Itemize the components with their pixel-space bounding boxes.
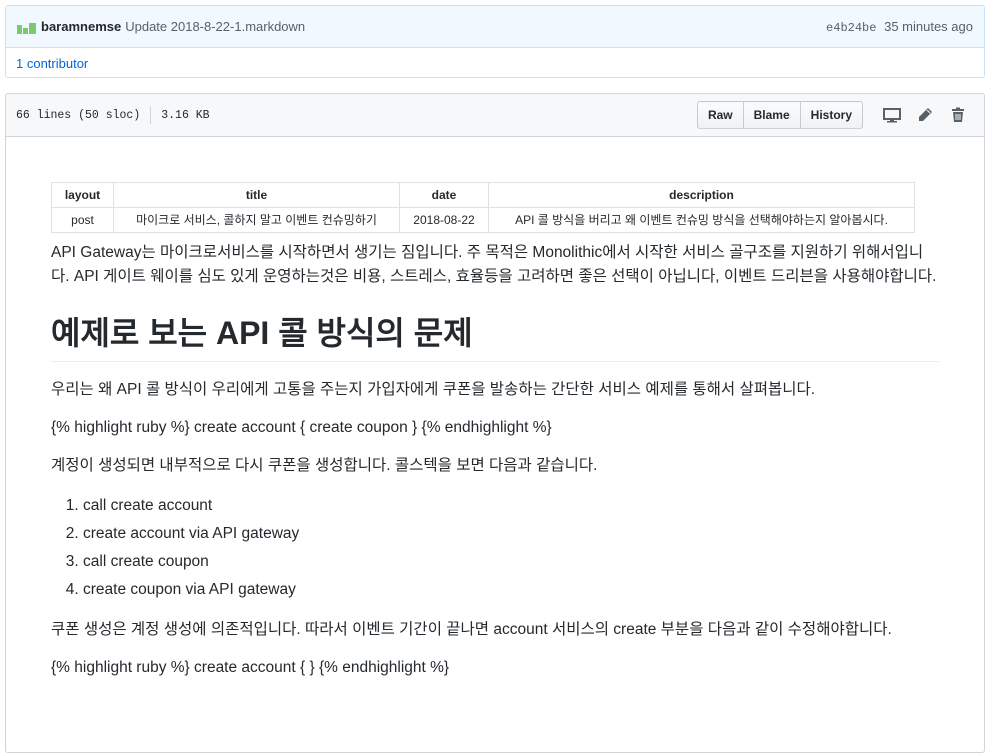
author-avatar[interactable] bbox=[17, 20, 37, 34]
frontmatter-table: layout title date description post 마이크로 … bbox=[51, 182, 915, 233]
trash-icon[interactable] bbox=[941, 101, 974, 129]
table-header: description bbox=[488, 182, 915, 208]
code-paragraph: {% highlight ruby %} create account { cr… bbox=[51, 419, 552, 437]
table-cell: API 콜 방식을 버리고 왜 이벤트 컨슈밍 방식을 선택해야하는지 알아봅시… bbox=[488, 207, 915, 233]
file-lines: 66 lines (50 sloc) bbox=[16, 108, 141, 122]
commit-time: 35 minutes ago bbox=[884, 18, 973, 34]
list-item: create coupon via API gateway bbox=[83, 576, 939, 604]
table-header-row: layout title date description bbox=[51, 182, 915, 208]
file-info: 66 lines (50 sloc) 3.16 KB bbox=[16, 106, 210, 124]
paragraph: 계정이 생성되면 내부적으로 다시 쿠폰을 생성합니다. 콜스텍을 보면 다음과… bbox=[51, 457, 598, 475]
table-cell: post bbox=[51, 207, 114, 233]
commit-message[interactable]: Update 2018-8-22-1.markdown bbox=[125, 19, 305, 34]
history-button[interactable]: History bbox=[800, 101, 863, 129]
table-row: post 마이크로 서비스, 콜하지 말고 이벤트 컨슈밍하기 2018-08-… bbox=[51, 207, 915, 233]
divider bbox=[150, 106, 152, 124]
pencil-icon[interactable] bbox=[908, 101, 941, 129]
latest-commit-bar: baramnemse Update 2018-8-22-1.markdown e… bbox=[6, 6, 984, 48]
call-stack-list: call create account create account via A… bbox=[51, 492, 939, 604]
readme-body: layout title date description post 마이크로 … bbox=[6, 137, 984, 680]
code-paragraph: {% highlight ruby %} create account { } … bbox=[51, 659, 450, 677]
commit-tease: baramnemse Update 2018-8-22-1.markdown e… bbox=[5, 5, 985, 78]
list-item: call create account bbox=[83, 492, 939, 520]
table-header: title bbox=[113, 182, 400, 208]
raw-button[interactable]: Raw bbox=[696, 101, 744, 129]
file-view: 66 lines (50 sloc) 3.16 KB Raw Blame His… bbox=[5, 93, 985, 753]
commit-meta: e4b24be 35 minutes ago bbox=[826, 19, 973, 35]
table-header: date bbox=[399, 182, 489, 208]
commit-author[interactable]: baramnemse bbox=[41, 19, 121, 34]
table-cell: 2018-08-22 bbox=[399, 207, 489, 233]
list-item: create account via API gateway bbox=[83, 520, 939, 548]
file-button-group: Raw Blame History bbox=[696, 101, 863, 129]
commit-sha[interactable]: e4b24be bbox=[826, 21, 876, 35]
contributors-link[interactable]: 1 contributor bbox=[16, 56, 88, 71]
list-item: call create coupon bbox=[83, 548, 939, 576]
table-header: layout bbox=[51, 182, 114, 208]
contributors-bar: 1 contributor bbox=[6, 48, 984, 77]
paragraph: 우리는 왜 API 콜 방식이 우리에게 고통을 주는지 가입자에게 쿠폰을 발… bbox=[51, 381, 816, 399]
desktop-icon[interactable] bbox=[875, 101, 908, 129]
paragraph: 쿠폰 생성은 계정 생성에 의존적입니다. 따라서 이벤트 기간이 끝나면 ac… bbox=[51, 621, 892, 639]
blame-button[interactable]: Blame bbox=[743, 101, 801, 129]
file-header: 66 lines (50 sloc) 3.16 KB Raw Blame His… bbox=[6, 94, 984, 137]
file-actions: Raw Blame History bbox=[696, 101, 974, 129]
section-heading: 예제로 보는 API 콜 방식의 문제 bbox=[51, 313, 939, 363]
intro-paragraph: API Gateway는 마이크로서비스를 시작하면서 생기는 짐입니다. 주 … bbox=[51, 244, 937, 286]
file-size: 3.16 KB bbox=[161, 108, 210, 122]
table-cell: 마이크로 서비스, 콜하지 말고 이벤트 컨슈밍하기 bbox=[113, 207, 400, 233]
